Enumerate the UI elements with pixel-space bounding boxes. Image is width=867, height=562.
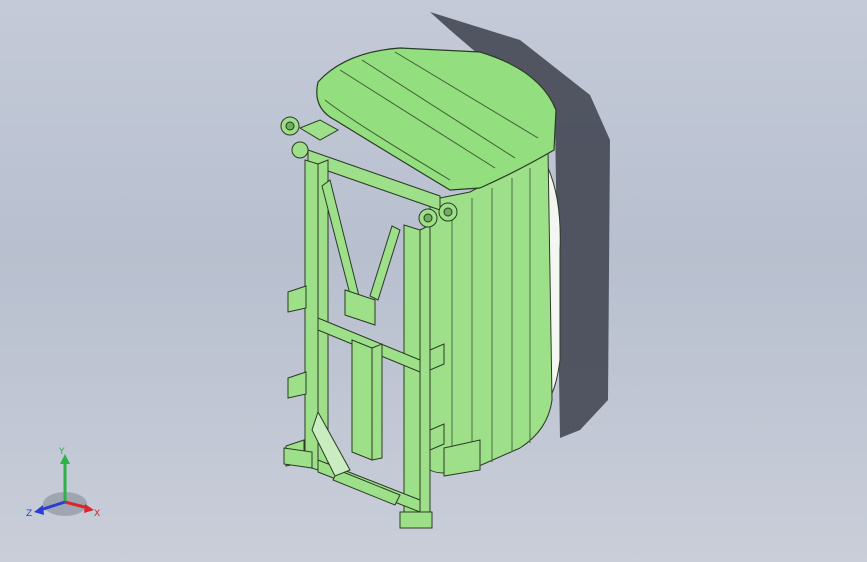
axis-triad: Y X Z <box>26 447 100 519</box>
y-axis-label: Y <box>58 447 65 457</box>
x-axis-label: X <box>94 509 100 519</box>
tank-body[interactable] <box>429 149 553 474</box>
x-axis-arrow <box>84 504 94 513</box>
z-axis-label: Z <box>26 509 32 519</box>
z-axis-arrow <box>34 505 44 515</box>
3d-model-view[interactable] <box>0 0 867 562</box>
graphics-viewport[interactable]: Y X Z <box>0 0 867 562</box>
